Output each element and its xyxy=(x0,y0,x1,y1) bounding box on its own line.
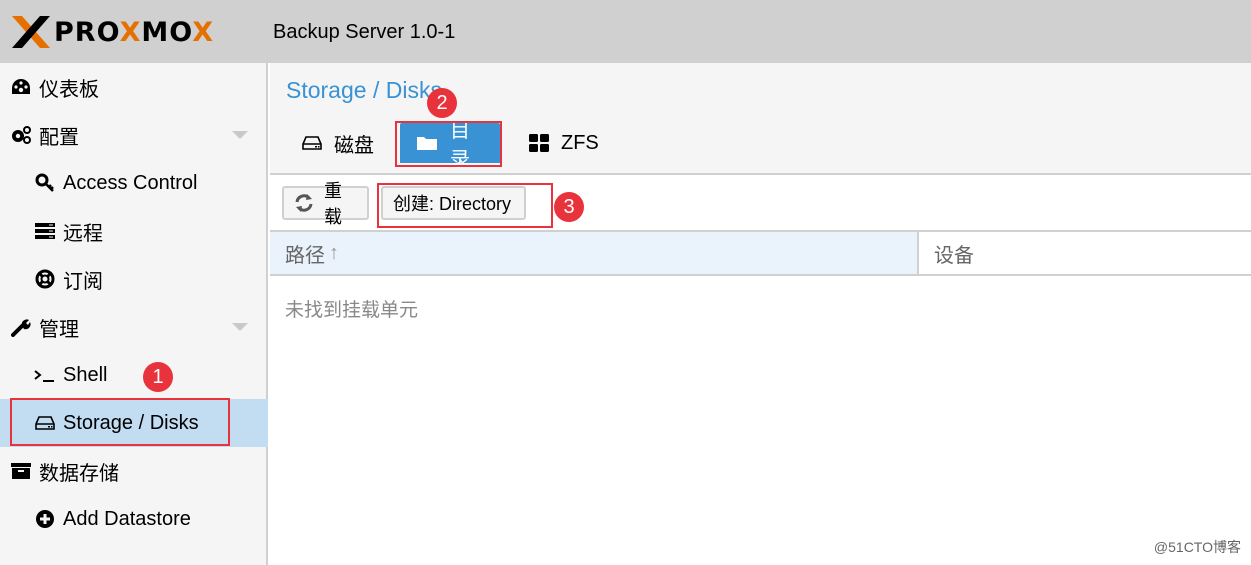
product-name: Backup Server 1.0-1 xyxy=(273,21,456,43)
sidebar-item-label: 管理 xyxy=(39,318,79,341)
annotation-box-2 xyxy=(395,121,502,167)
sidebar-item-label: 配置 xyxy=(39,126,79,149)
expand-caret-icon[interactable] xyxy=(232,323,248,331)
tab-label: 磁盘 xyxy=(334,134,374,157)
annotation-box-3 xyxy=(377,183,553,228)
wrench-icon xyxy=(10,316,32,338)
sidebar-item-add-datastore[interactable]: Add Datastore xyxy=(0,495,268,543)
sidebar-item-label: Access Control xyxy=(63,171,198,194)
th-large-icon xyxy=(529,134,549,152)
key-icon xyxy=(34,172,56,194)
archive-icon xyxy=(10,460,32,482)
reload-button[interactable]: 重载 xyxy=(282,181,369,227)
support-icon xyxy=(34,268,56,290)
sidebar-item-label: 远程 xyxy=(63,222,103,245)
column-header-device[interactable]: 设备 xyxy=(919,232,1251,274)
logo-wordmark: PROXMOX xyxy=(54,16,215,48)
page-title: Storage / Disks xyxy=(286,77,442,103)
sort-asc-icon: ↑ xyxy=(329,241,339,264)
reload-label: 重载 xyxy=(324,181,342,227)
sidebar-item-label: 订阅 xyxy=(63,270,103,293)
proxmox-x-icon xyxy=(12,16,50,48)
sidebar-item-label: Add Datastore xyxy=(63,507,191,530)
grid-header: 路径 ↑ 设备 xyxy=(270,230,1251,276)
column-label: 设备 xyxy=(934,244,974,267)
sidebar-item-shell[interactable]: Shell xyxy=(0,351,268,399)
annotation-badge-2: 2 xyxy=(427,88,457,118)
sidebar-item-access-control[interactable]: Access Control xyxy=(0,159,268,207)
sidebar-item-administration[interactable]: 管理 xyxy=(0,303,268,351)
annotation-badge-1: 1 xyxy=(143,362,173,392)
tab-disks[interactable]: 磁盘 xyxy=(286,123,390,163)
sidebar-item-datastore[interactable]: 数据存储 xyxy=(0,447,268,495)
sidebar-item-config[interactable]: 配置 xyxy=(0,111,268,159)
cogs-icon xyxy=(10,124,32,146)
refresh-icon xyxy=(294,193,314,213)
sidebar-item-label: Shell xyxy=(63,363,108,386)
sidebar-item-remotes[interactable]: 远程 xyxy=(0,207,268,255)
column-label: 路径 xyxy=(285,244,325,267)
empty-grid-message: 未找到挂载单元 xyxy=(285,300,419,321)
dashboard-icon xyxy=(10,76,32,98)
top-header: PROXMOX Backup Server 1.0-1 xyxy=(0,0,1251,63)
proxmox-logo: PROXMOX xyxy=(10,14,214,50)
server-icon xyxy=(34,220,56,242)
watermark: @51CTO博客 xyxy=(1153,539,1241,555)
sidebar-item-subscription[interactable]: 订阅 xyxy=(0,255,268,303)
hdd-icon xyxy=(302,135,322,151)
column-header-path[interactable]: 路径 ↑ xyxy=(270,232,919,274)
tab-label: ZFS xyxy=(561,131,599,154)
sidebar-nav: 仪表板 配置 Access Control 远程 订阅 管理 Shell Sto… xyxy=(0,63,268,565)
sidebar-item-dashboard[interactable]: 仪表板 xyxy=(0,63,268,111)
tab-zfs[interactable]: ZFS xyxy=(513,123,615,163)
sidebar-item-label: 数据存储 xyxy=(39,462,119,485)
sidebar-item-label: 仪表板 xyxy=(39,78,99,101)
expand-caret-icon[interactable] xyxy=(232,131,248,139)
terminal-icon xyxy=(34,364,56,386)
annotation-badge-3: 3 xyxy=(554,192,584,222)
annotation-box-1 xyxy=(10,398,230,446)
plus-circle-icon xyxy=(34,508,56,530)
